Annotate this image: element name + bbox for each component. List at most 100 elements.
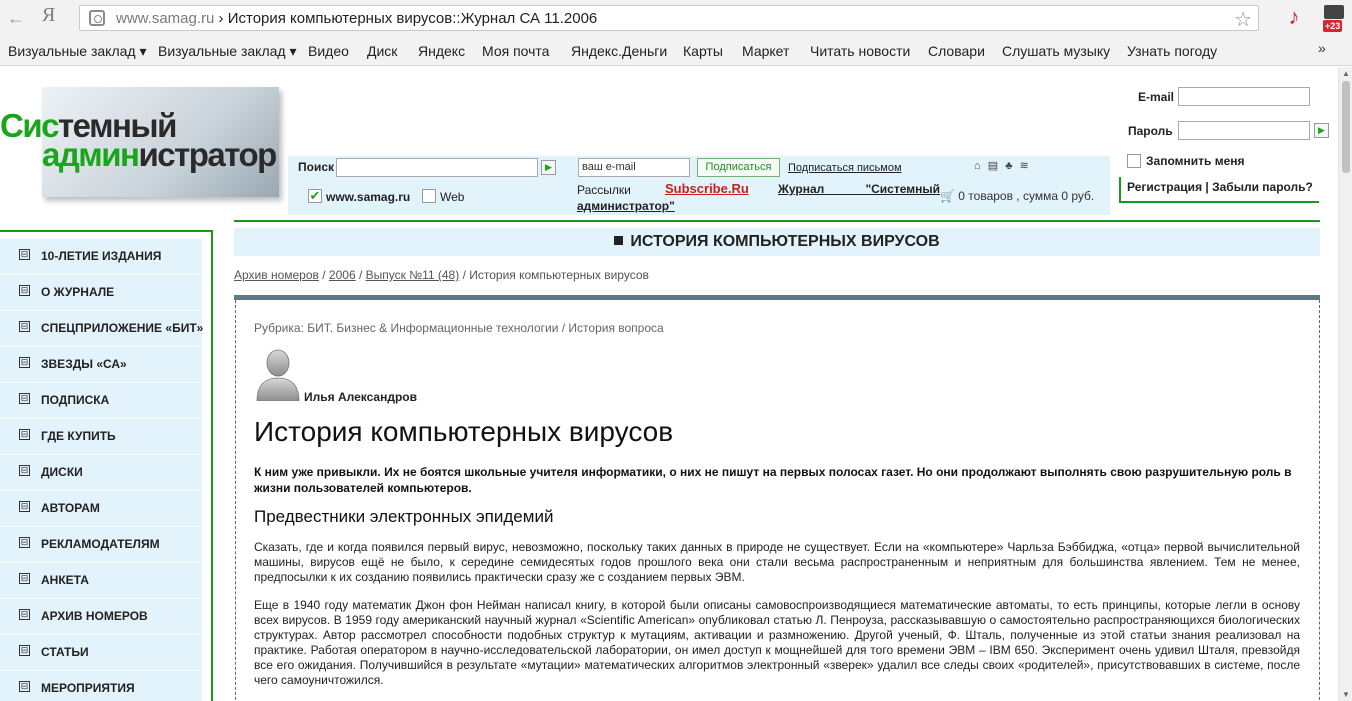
menu-item-subscription[interactable]: ⊟ ПОДПИСКА: [0, 383, 202, 419]
subscribe-button[interactable]: Подписаться: [697, 158, 780, 177]
page-scrollbar[interactable]: ▲ ▼: [1338, 67, 1352, 701]
menu-item-where-to-buy[interactable]: ⊟ ГДЕ КУПИТЬ: [0, 419, 202, 455]
bookmark-market[interactable]: Маркет: [742, 43, 789, 59]
bullet-icon: [614, 236, 624, 245]
subscribe-by-letter-link[interactable]: Подписаться письмом: [788, 162, 902, 174]
menu-item-articles[interactable]: ⊟ СТАТЬИ: [0, 635, 202, 671]
article-subtitle: Предвестники электронных эпидемий: [254, 507, 554, 526]
expand-icon: ⊟: [19, 645, 30, 656]
bookmark-visual-2[interactable]: Визуальные заклад ▾: [158, 43, 297, 60]
bookmark-dictionaries[interactable]: Словари: [928, 43, 985, 59]
breadcrumb-year[interactable]: 2006: [329, 268, 356, 282]
notification-badge: +23: [1323, 20, 1343, 32]
site-tools: ⌂ ▤ ♣ ≋: [974, 159, 1031, 172]
expand-icon: ⊟: [19, 393, 30, 404]
home-icon[interactable]: ⌂: [974, 160, 983, 172]
bookmark-yandex[interactable]: Яндекс: [418, 43, 465, 59]
site-logo-line2[interactable]: администратор: [42, 138, 277, 171]
menu-item-advertisers[interactable]: ⊟ РЕКЛАМОДАТЕЛЯМ: [0, 527, 202, 563]
expand-icon: ⊟: [19, 537, 30, 548]
expand-icon: ⊟: [19, 573, 30, 584]
login-email-label: E-mail: [1138, 90, 1175, 104]
expand-icon: ⊟: [19, 681, 30, 692]
breadcrumb-current: История компьютерных вирусов: [469, 268, 649, 282]
expand-icon: ⊟: [19, 321, 30, 332]
breadcrumb-issue[interactable]: Выпуск №11 (48): [366, 268, 460, 282]
author-name[interactable]: Илья Александров: [304, 390, 417, 404]
login-go-button[interactable]: ▶: [1314, 123, 1329, 138]
article-paragraph-2: Еще в 1940 году математик Джон фон Нейма…: [254, 598, 1300, 687]
author-avatar-icon: [256, 349, 300, 401]
menu-item-archive[interactable]: ⊟ АРХИВ НОМЕРОВ: [0, 599, 202, 635]
page-info-icon[interactable]: [89, 10, 105, 26]
section-title-bar: ИСТОРИЯ КОМПЬЮТЕРНЫХ ВИРУСОВ: [234, 228, 1320, 256]
menu-item-discs[interactable]: ⊟ ДИСКИ: [0, 455, 202, 491]
article-lead: К ним уже привыкли. Их не боятся школьны…: [254, 465, 1292, 495]
expand-icon: ⊟: [19, 501, 30, 512]
section-title: ИСТОРИЯ КОМПЬЮТЕРНЫХ ВИРУСОВ: [630, 233, 940, 250]
breadcrumb: Архив номеров / 2006 / Выпуск №11 (48) /…: [234, 268, 649, 282]
browser-toolbar: ← Я www.samag.ru › История компьютерных …: [0, 0, 1352, 38]
expand-icon: ⊟: [19, 249, 30, 260]
header-divider: [234, 220, 1320, 222]
bookmark-mail[interactable]: Моя почта: [482, 43, 549, 59]
article-rubric[interactable]: Рубрика: БИТ. Бизнес & Информационные те…: [254, 321, 664, 335]
menu-item-stars[interactable]: ⊟ ЗВЕЗДЫ «СА»: [0, 347, 202, 383]
breadcrumb-archive[interactable]: Архив номеров: [234, 268, 319, 282]
subscribe-ru-link[interactable]: Subscribe.Ru: [665, 181, 749, 196]
bookmark-weather[interactable]: Узнать погоду: [1127, 43, 1217, 59]
register-forgot-links[interactable]: Регистрация | Забыли пароль?: [1127, 180, 1313, 194]
menu-item-about[interactable]: ⊟ О ЖУРНАЛЕ: [0, 275, 202, 311]
rss-icon[interactable]: ≋: [1019, 160, 1030, 172]
scroll-up-icon[interactable]: ▲: [1342, 69, 1350, 78]
search-web-checkbox[interactable]: [422, 189, 436, 203]
back-arrow-icon[interactable]: ←: [4, 6, 28, 30]
bookmark-maps[interactable]: Карты: [683, 43, 723, 59]
menu-item-authors[interactable]: ⊟ АВТОРАМ: [0, 491, 202, 527]
bookmarks-bar: Визуальные заклад ▾ Визуальные заклад ▾ …: [0, 38, 1352, 66]
menu-item-survey[interactable]: ⊟ АНКЕТА: [0, 563, 202, 599]
search-label: Поиск: [298, 160, 335, 174]
search-input[interactable]: [336, 158, 538, 177]
menu-item-events[interactable]: ⊟ МЕРОПРИЯТИЯ: [0, 671, 202, 701]
article-title: История компьютерных вирусов: [254, 416, 674, 447]
search-site-checkbox[interactable]: ✔: [308, 189, 322, 203]
bookmark-star-icon[interactable]: ☆: [1234, 7, 1252, 32]
bookmark-disk[interactable]: Диск: [367, 43, 397, 59]
cart-summary[interactable]: 🛒 0 товаров , сумма 0 руб.: [940, 189, 1094, 203]
remember-me-checkbox[interactable]: [1127, 154, 1141, 168]
bookmarks-overflow-icon[interactable]: »: [1318, 40, 1326, 56]
yandex-browser-logo[interactable]: Я: [42, 4, 55, 27]
bookmark-video[interactable]: Видео: [308, 43, 349, 59]
cart-icon: 🛒: [940, 189, 955, 203]
address-bar[interactable]: www.samag.ru › История компьютерных виру…: [79, 5, 1259, 31]
search-go-button[interactable]: ▶: [541, 160, 556, 175]
menu-item-bit[interactable]: ⊟ СПЕЦПРИЛОЖЕНИЕ «БИТ»: [0, 311, 203, 347]
sitemap-icon[interactable]: ♣: [1005, 160, 1014, 172]
search-site-label: www.samag.ru: [326, 190, 411, 204]
login-email-input[interactable]: [1178, 87, 1310, 106]
bookmark-money[interactable]: Яндекс.Деньги: [571, 43, 667, 59]
scroll-down-icon[interactable]: ▼: [1342, 690, 1350, 699]
subscribe-email-input[interactable]: ваш e-mail: [578, 158, 690, 177]
scroll-thumb[interactable]: [1342, 81, 1350, 173]
journal-link-cont[interactable]: администратор": [577, 199, 675, 213]
article-paragraph-1: Сказать, где и когда появился первый вир…: [254, 540, 1300, 584]
expand-icon: ⊟: [19, 465, 30, 476]
mailings-label: Рассылки: [577, 183, 631, 197]
search-subscribe-panel: Поиск ▶ ✔ www.samag.ru Web ваш e-mail По…: [288, 156, 1110, 215]
address-text[interactable]: www.samag.ru › История компьютерных виру…: [116, 10, 597, 27]
bookmark-visual-1[interactable]: Визуальные заклад ▾: [8, 43, 147, 60]
journal-link[interactable]: Журнал "Системный: [778, 182, 940, 196]
login-password-label: Пароль: [1128, 124, 1173, 138]
adblock-extension-icon[interactable]: ♪: [1283, 6, 1305, 28]
main-menu: ⊟ 10-ЛЕТИЕ ИЗДАНИЯ ⊟ О ЖУРНАЛЕ ⊟ СПЕЦПРИЛОЖ…: [0, 239, 203, 701]
bookmark-music[interactable]: Слушать музыку: [1002, 43, 1110, 59]
mail-extension-icon[interactable]: +23: [1323, 5, 1345, 33]
menu-item-anniversary[interactable]: ⊟ 10-ЛЕТИЕ ИЗДАНИЯ: [0, 239, 202, 275]
bookmark-news[interactable]: Читать новости: [810, 43, 910, 59]
web-page: Системный администратор Поиск ▶ ✔ www.sa…: [0, 67, 1338, 701]
expand-icon: ⊟: [19, 609, 30, 620]
login-password-input[interactable]: [1178, 121, 1310, 140]
print-icon[interactable]: ▤: [988, 160, 1000, 172]
